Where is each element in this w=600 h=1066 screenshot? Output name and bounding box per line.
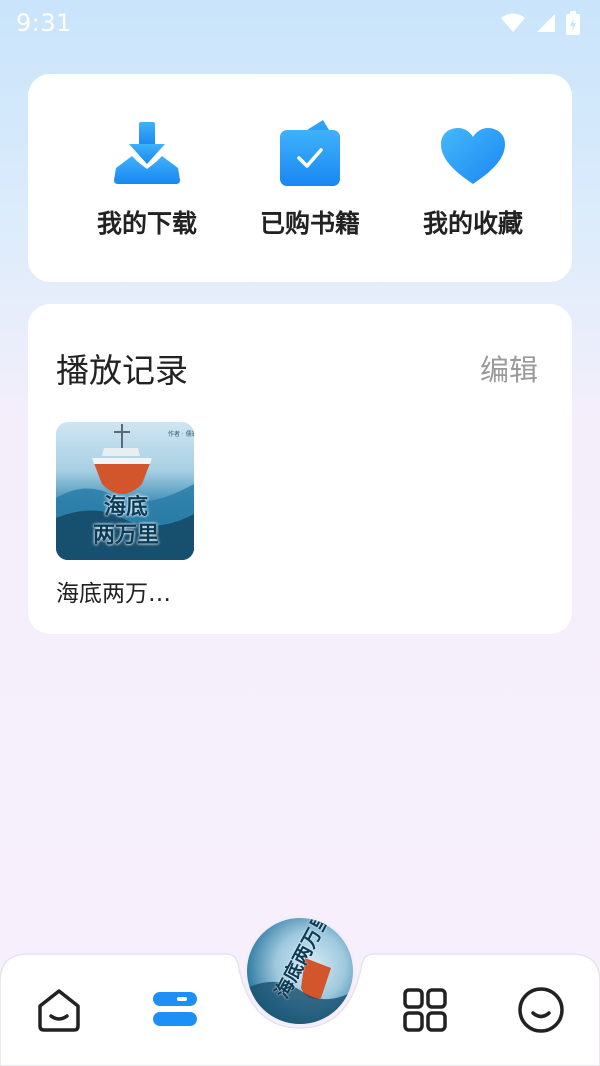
tab-bookshelf[interactable] — [150, 985, 200, 1035]
signal-icon — [537, 14, 555, 32]
bookshelf-icon — [153, 992, 197, 1026]
status-time: 9:31 — [16, 9, 72, 37]
tab-categories[interactable] — [400, 985, 450, 1035]
play-history-title: 播放记录 — [56, 351, 188, 390]
grid-icon — [403, 988, 447, 1032]
quick-actions-card: 我的下载 已购书籍 我的收藏 — [28, 74, 572, 282]
edit-button[interactable]: 编辑 — [480, 347, 538, 389]
purchased-books-label: 已购书籍 — [259, 209, 360, 238]
download-icon — [111, 120, 183, 186]
play-history-card: 播放记录 编辑 作者 · 儒勒·凡尔纳 海底 两万里 海底两万… — [28, 304, 572, 634]
cover-title-line1: 海底 — [103, 495, 148, 520]
wifi-icon — [501, 13, 525, 32]
purchased-books-button[interactable]: 已购书籍 — [257, 120, 363, 240]
status-bar: 9:31 — [0, 0, 600, 46]
my-downloads-label: 我的下载 — [96, 209, 197, 238]
home-icon — [38, 989, 80, 1032]
history-item[interactable]: 作者 · 儒勒·凡尔纳 海底 两万里 海底两万… — [56, 422, 196, 608]
smile-icon — [518, 987, 564, 1033]
cover-title-line2: 两万里 — [92, 523, 159, 548]
tab-home[interactable] — [34, 985, 84, 1035]
my-downloads-button[interactable]: 我的下载 — [94, 120, 200, 240]
heart-icon — [437, 120, 509, 186]
my-favorites-button[interactable]: 我的收藏 — [420, 120, 526, 240]
purchased-books-icon — [274, 120, 346, 186]
now-playing-disc[interactable]: 海底两万里 — [244, 915, 356, 1027]
cover-title: 海底 两万里 — [66, 494, 186, 550]
battery-icon — [566, 11, 580, 35]
my-favorites-label: 我的收藏 — [422, 209, 523, 238]
tab-profile[interactable] — [516, 985, 566, 1035]
history-item-name: 海底两万… — [56, 581, 171, 607]
svg-text:作者 · 儒勒·凡尔纳: 作者 · 儒勒·凡尔纳 — [168, 430, 194, 438]
status-icons — [500, 11, 580, 35]
book-cover: 作者 · 儒勒·凡尔纳 海底 两万里 — [56, 422, 194, 560]
